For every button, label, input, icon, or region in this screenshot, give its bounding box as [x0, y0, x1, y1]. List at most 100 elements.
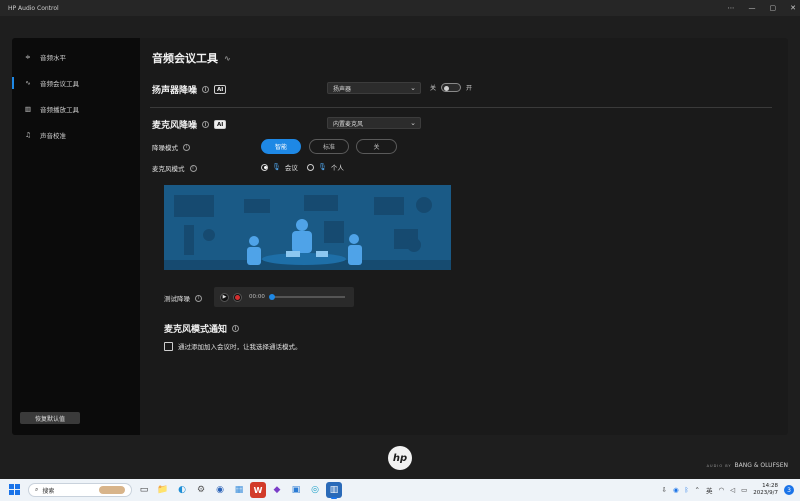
- usb-icon[interactable]: ⇩: [661, 486, 666, 494]
- info-icon[interactable]: i: [202, 121, 210, 128]
- meeting-scene-image: [164, 185, 451, 270]
- play-button[interactable]: ▶: [220, 292, 229, 302]
- battery-icon[interactable]: ▭: [741, 486, 747, 494]
- speaker-nr-toggle[interactable]: [441, 83, 462, 92]
- chevron-down-icon: ⌄: [410, 119, 416, 127]
- notify-checkbox-label: 通过添加加入会议时，让我选择通话模式。: [178, 343, 302, 351]
- test-nr-label: 测试降噪: [164, 295, 190, 303]
- record-button[interactable]: [233, 292, 242, 302]
- mic-mode-personal-radio[interactable]: 🎙 个人: [307, 162, 344, 172]
- search-highlight-image: [99, 486, 125, 494]
- window-controls: ⋯ — ▢ ✕: [728, 0, 797, 16]
- audio-control-icon[interactable]: ▥: [326, 482, 342, 499]
- sidebar: ≑ 音频水平 ∿ 音频会议工具 ▥ 音频播放工具 ♫ 声音校准 恢复默认值: [12, 38, 140, 435]
- ai-badge: AI: [214, 120, 227, 129]
- taskbar: ⌕ 搜索 ▭ 📁 ◐ ⚙ ◉ ▦ W ◆ ▣ ◎ ▥ ⇩ ◉ ᛒ ⌃ 英 ◠ ◁…: [0, 479, 800, 501]
- clock[interactable]: 14:28 2023/9/7: [753, 483, 778, 497]
- radio-button[interactable]: [307, 163, 314, 171]
- test-nr-row: 测试降噪 i: [164, 293, 202, 303]
- speaker-nr-label: 扬声器降噪: [152, 86, 198, 96]
- wps-icon[interactable]: W: [250, 482, 266, 498]
- photos-icon[interactable]: ▦: [231, 482, 247, 498]
- camera-icon[interactable]: ◉: [212, 482, 228, 498]
- speaker-device-select[interactable]: 扬声器 ⌄: [327, 82, 421, 94]
- app-panel: ≑ 音频水平 ∿ 音频会议工具 ▥ 音频播放工具 ♫ 声音校准 恢复默认值 音频…: [12, 38, 788, 435]
- notify-checkbox-row[interactable]: 通过添加加入会议时，让我选择通话模式。: [164, 341, 302, 351]
- wifi-icon[interactable]: ◠: [718, 486, 724, 494]
- reset-defaults-button[interactable]: 恢复默认值: [20, 412, 80, 424]
- task-view-icon[interactable]: ▭: [136, 482, 152, 498]
- browser-icon[interactable]: ◎: [307, 482, 323, 498]
- nr-mode-smart-button[interactable]: 智能: [261, 139, 301, 154]
- mic-notify-title: 麦克风模式通知 i: [164, 322, 240, 335]
- notify-checkbox[interactable]: [164, 341, 173, 351]
- mic-notify-label: 麦克风模式通知: [164, 325, 228, 335]
- bluetooth-icon[interactable]: ᛒ: [685, 486, 689, 494]
- chevron-down-icon: ⌄: [410, 84, 416, 92]
- radio-label: 个人: [330, 164, 344, 172]
- info-icon[interactable]: i: [195, 294, 202, 302]
- equalizer-icon: ▥: [24, 105, 32, 113]
- clock-date: 2023/9/7: [753, 490, 778, 496]
- app-tray-icon[interactable]: ◉: [673, 486, 679, 494]
- slider-knob[interactable]: [268, 294, 275, 300]
- sidebar-item-conference-tools[interactable]: ∿ 音频会议工具: [12, 74, 140, 92]
- sidebar-item-label: 音频水平: [40, 54, 66, 62]
- info-icon[interactable]: i: [183, 143, 190, 151]
- mic-mode-conference-radio[interactable]: 🎙 会议: [261, 162, 298, 172]
- playback-slider[interactable]: [268, 294, 345, 300]
- radio-button[interactable]: [261, 163, 268, 171]
- hp-logo: hp: [388, 446, 412, 470]
- edge-icon[interactable]: ◐: [174, 482, 190, 498]
- music-note-icon: ♫: [25, 131, 31, 139]
- settings-icon[interactable]: ⚙: [193, 482, 209, 498]
- chevron-up-icon[interactable]: ⌃: [695, 486, 700, 494]
- waveform-icon: ∿: [224, 53, 231, 63]
- toggle-on-label: 开: [466, 85, 473, 92]
- bang-olufsen-brand: AUDIO BY BANG & OLUFSEN: [707, 462, 788, 469]
- taskbar-search[interactable]: ⌕ 搜索: [28, 483, 132, 497]
- waveform-icon: ∿: [25, 79, 31, 87]
- microphone-icon: 🎙: [272, 163, 281, 171]
- file-explorer-icon[interactable]: 📁: [155, 482, 171, 498]
- store-icon[interactable]: ▣: [288, 482, 304, 498]
- sidebar-item-label: 音频播放工具: [40, 106, 79, 114]
- conference-illustration: [164, 185, 451, 270]
- search-placeholder: 搜索: [42, 487, 55, 495]
- close-button[interactable]: ✕: [790, 4, 796, 12]
- sidebar-item-label: 声音校准: [40, 132, 66, 140]
- input-language[interactable]: 英: [706, 485, 713, 495]
- title-bar: HP Audio Control ⋯ — ▢ ✕: [0, 0, 800, 16]
- sidebar-item-audio-level[interactable]: ≑ 音频水平: [12, 48, 140, 66]
- sidebar-item-label: 音频会议工具: [40, 80, 79, 88]
- nr-mode-label: 降噪模式: [152, 144, 178, 152]
- speaker-device-value: 扬声器: [333, 85, 352, 93]
- mic-nr-label: 麦克风降噪: [152, 121, 198, 131]
- divider: [150, 107, 772, 108]
- minimize-button[interactable]: —: [749, 4, 756, 12]
- brand-name: BANG & OLUFSEN: [734, 462, 788, 469]
- nr-mode-off-button[interactable]: 关: [356, 139, 397, 154]
- search-icon: ⌕: [35, 486, 39, 493]
- page-title: 音频会议工具 ∿: [152, 50, 231, 66]
- info-icon[interactable]: i: [189, 164, 197, 172]
- mic-device-select[interactable]: 内置麦克风 ⌄: [327, 117, 421, 129]
- microphone-icon: 🎙: [318, 163, 327, 171]
- test-player: ▶ 00:00: [214, 287, 354, 307]
- info-icon[interactable]: i: [202, 86, 210, 93]
- app-icon[interactable]: ◆: [269, 482, 285, 498]
- nr-mode-standard-button[interactable]: 标准: [309, 139, 349, 154]
- system-tray: ⇩ ◉ ᛒ ⌃ 英 ◠ ◁ ▭ 14:28 2023/9/7 3: [661, 481, 794, 499]
- volume-icon[interactable]: ◁: [730, 486, 735, 494]
- sliders-icon: ≑: [25, 53, 31, 61]
- start-button[interactable]: [9, 484, 20, 495]
- sidebar-item-sound-calibration[interactable]: ♫ 声音校准: [12, 126, 140, 144]
- more-icon[interactable]: ⋯: [728, 4, 735, 12]
- clock-time: 14:28: [762, 483, 778, 489]
- maximize-button[interactable]: ▢: [770, 4, 777, 12]
- mic-mode-row: 麦克风模式 i: [152, 163, 197, 173]
- sidebar-item-playback-tools[interactable]: ▥ 音频播放工具: [12, 100, 140, 118]
- info-icon[interactable]: i: [232, 325, 240, 332]
- notification-badge[interactable]: 3: [784, 485, 794, 495]
- mic-mode-label: 麦克风模式: [152, 165, 185, 173]
